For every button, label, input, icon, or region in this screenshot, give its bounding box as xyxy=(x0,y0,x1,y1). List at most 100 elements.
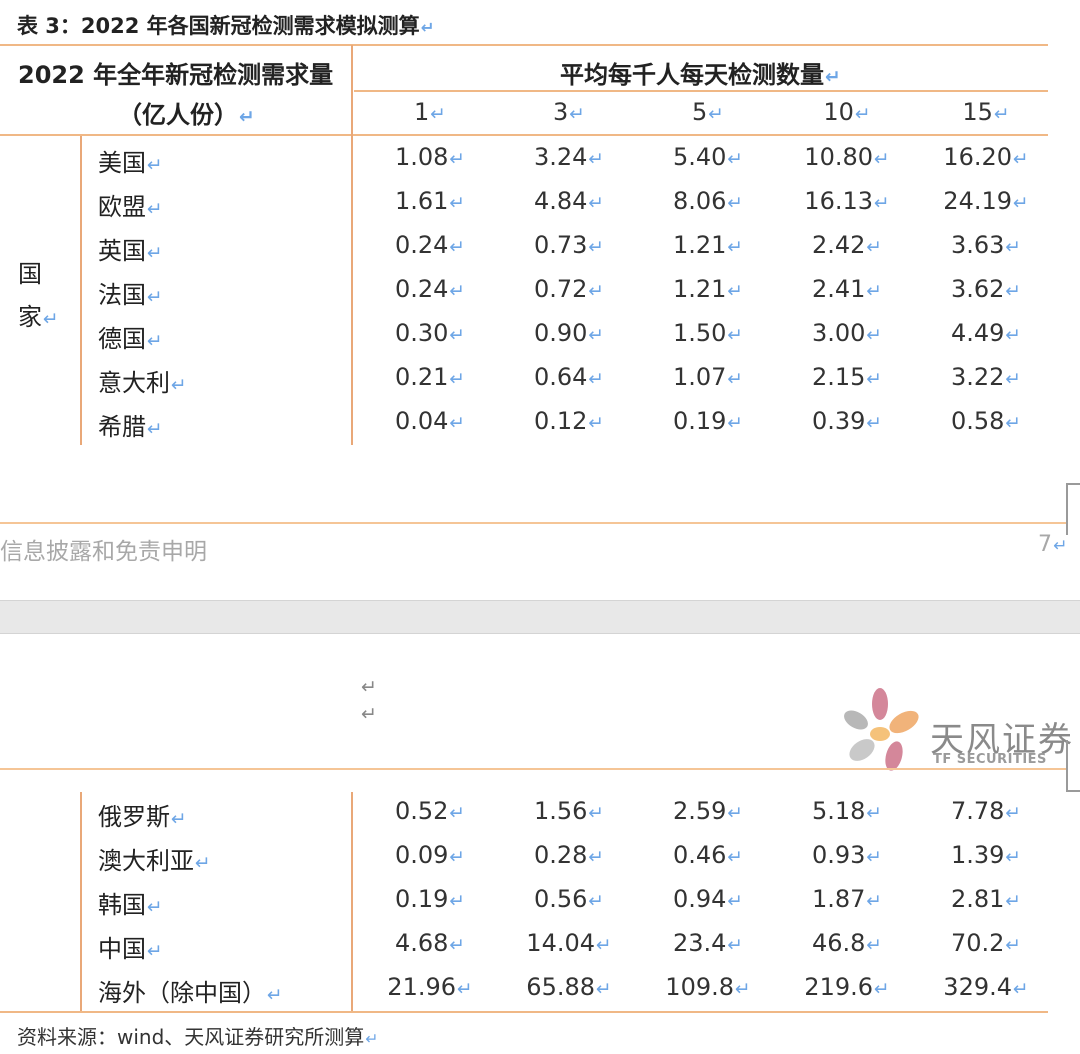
row-label: 意大利↵ xyxy=(98,369,187,397)
return-mark-icon: ↵ xyxy=(993,104,1010,125)
group-label-1: 国 xyxy=(18,260,42,288)
table-cell: 0.52↵ xyxy=(394,797,466,825)
row-label: 澳大利亚↵ xyxy=(98,847,211,875)
group-label-2: 家↵ xyxy=(18,303,59,331)
row-label: 美国↵ xyxy=(98,149,163,177)
table-cell: 0.73↵ xyxy=(533,231,605,259)
table-cell: 4.84↵ xyxy=(533,187,605,215)
table-cell: 70.2↵ xyxy=(950,929,1022,957)
return-mark-icon: ↵ xyxy=(596,979,612,1000)
table-cell: 1.07↵ xyxy=(672,363,744,391)
return-mark-icon: ↵ xyxy=(708,104,724,125)
return-mark-icon: ↵ xyxy=(866,891,883,912)
row-label: 海外（除中国）↵ xyxy=(98,979,283,1007)
logo-petal xyxy=(889,710,919,734)
return-mark-icon: ↵ xyxy=(727,803,744,824)
table-cell: 23.4↵ xyxy=(672,929,744,957)
table-cell: 219.6↵ xyxy=(804,973,890,1001)
row-label: 希腊↵ xyxy=(98,413,163,441)
return-mark-icon: ↵ xyxy=(239,107,255,128)
column-divider xyxy=(351,45,353,445)
table-cell: 3.24↵ xyxy=(533,143,605,171)
return-mark-icon: ↵ xyxy=(588,413,605,434)
row-label: 法国↵ xyxy=(98,281,163,309)
page-gap xyxy=(0,600,1080,634)
table-cell: 1.56↵ xyxy=(533,797,605,825)
return-mark-icon: ↵ xyxy=(874,149,890,170)
return-mark-icon: ↵ xyxy=(727,413,744,434)
table-cell: 16.20↵ xyxy=(943,143,1029,171)
return-mark-icon: ↵ xyxy=(147,243,163,264)
table-cell: 0.94↵ xyxy=(672,885,744,913)
header-mid-rule xyxy=(354,90,1048,92)
table-cell: 8.06↵ xyxy=(672,187,744,215)
table-cell: 2.15↵ xyxy=(811,363,883,391)
group-divider xyxy=(80,136,82,445)
table-cell: 65.88↵ xyxy=(526,973,612,1001)
return-mark-icon: ↵ xyxy=(1005,935,1022,956)
return-mark-icon: ↵ xyxy=(588,193,605,214)
table-cell: 4.49↵ xyxy=(950,319,1022,347)
return-mark-icon: ↵ xyxy=(147,287,163,308)
table-cell: 24.19↵ xyxy=(943,187,1029,215)
return-mark-icon: ↵ xyxy=(449,193,466,214)
table-cell: 4.68↵ xyxy=(394,929,466,957)
header-left-line1: 2022 年全年新冠检测需求量 xyxy=(18,61,334,89)
return-mark-icon: ↵ xyxy=(147,199,163,220)
return-mark-icon: ↵ xyxy=(195,853,211,874)
page-number: 7↵ xyxy=(1038,532,1068,557)
return-mark-icon: ↵ xyxy=(449,369,466,390)
table-cell: 0.09↵ xyxy=(394,841,466,869)
return-mark-icon: ↵ xyxy=(866,237,883,258)
column-header-2: 5↵ xyxy=(692,98,724,126)
return-mark-icon: ↵ xyxy=(588,369,605,390)
table-cell: 5.40↵ xyxy=(672,143,744,171)
crop-mark xyxy=(1066,740,1080,792)
row-label: 德国↵ xyxy=(98,325,163,353)
return-mark-icon: ↵ xyxy=(588,237,605,258)
return-mark-icon: ↵ xyxy=(866,803,883,824)
table-cell: 3.22↵ xyxy=(950,363,1022,391)
table-cell: 1.08↵ xyxy=(394,143,466,171)
return-mark-icon: ↵ xyxy=(735,979,751,1000)
return-mark-icon: ↵ xyxy=(866,369,883,390)
table-top-rule xyxy=(0,44,1048,46)
table-cell: 0.64↵ xyxy=(533,363,605,391)
return-mark-icon: ↵ xyxy=(430,104,446,125)
return-mark-icon: ↵ xyxy=(147,155,163,176)
table-cell: 0.24↵ xyxy=(394,275,466,303)
return-mark-icon: ↵ xyxy=(457,979,473,1000)
disclaimer-text[interactable]: 信息披露和免责申明 xyxy=(0,532,207,566)
table-cell: 3.63↵ xyxy=(950,231,1022,259)
group-divider xyxy=(80,792,82,1012)
table-cell: 46.8↵ xyxy=(811,929,883,957)
return-mark-icon: ↵ xyxy=(866,413,883,434)
table-cell: 21.96↵ xyxy=(387,973,473,1001)
return-mark-icon: ↵ xyxy=(866,935,883,956)
table-cell: 0.90↵ xyxy=(533,319,605,347)
source-note: 资料来源：wind、天风证券研究所测算↵ xyxy=(17,1025,379,1049)
return-mark-icon: ↵ xyxy=(171,375,187,396)
return-mark-icon: ↵ xyxy=(147,897,163,918)
return-mark-icon: ↵ xyxy=(449,149,466,170)
table-cell: 3.00↵ xyxy=(811,319,883,347)
return-mark-icon: ↵ xyxy=(588,281,605,302)
column-header-0: 1↵ xyxy=(414,98,446,126)
return-mark-icon: ↵ xyxy=(420,18,435,37)
header-left-line2: （亿人份）↵ xyxy=(118,101,255,129)
table-cell: 0.30↵ xyxy=(394,319,466,347)
table-cell: 2.41↵ xyxy=(811,275,883,303)
return-mark-icon: ↵ xyxy=(727,149,744,170)
return-mark-icon: ↵ xyxy=(825,67,841,88)
return-mark-icon: ↵ xyxy=(365,1030,379,1048)
table-cell: 109.8↵ xyxy=(665,973,751,1001)
return-mark-icon: ↵ xyxy=(147,941,163,962)
return-mark-icon: ↵ xyxy=(874,193,890,214)
return-mark-icon: ↵ xyxy=(727,891,744,912)
logo-petal xyxy=(844,710,868,730)
return-mark-icon: ↵ xyxy=(361,676,377,698)
return-mark-icon: ↵ xyxy=(449,891,466,912)
logo-petal xyxy=(872,688,888,720)
return-mark-icon: ↵ xyxy=(727,369,744,390)
return-mark-icon: ↵ xyxy=(596,935,612,956)
